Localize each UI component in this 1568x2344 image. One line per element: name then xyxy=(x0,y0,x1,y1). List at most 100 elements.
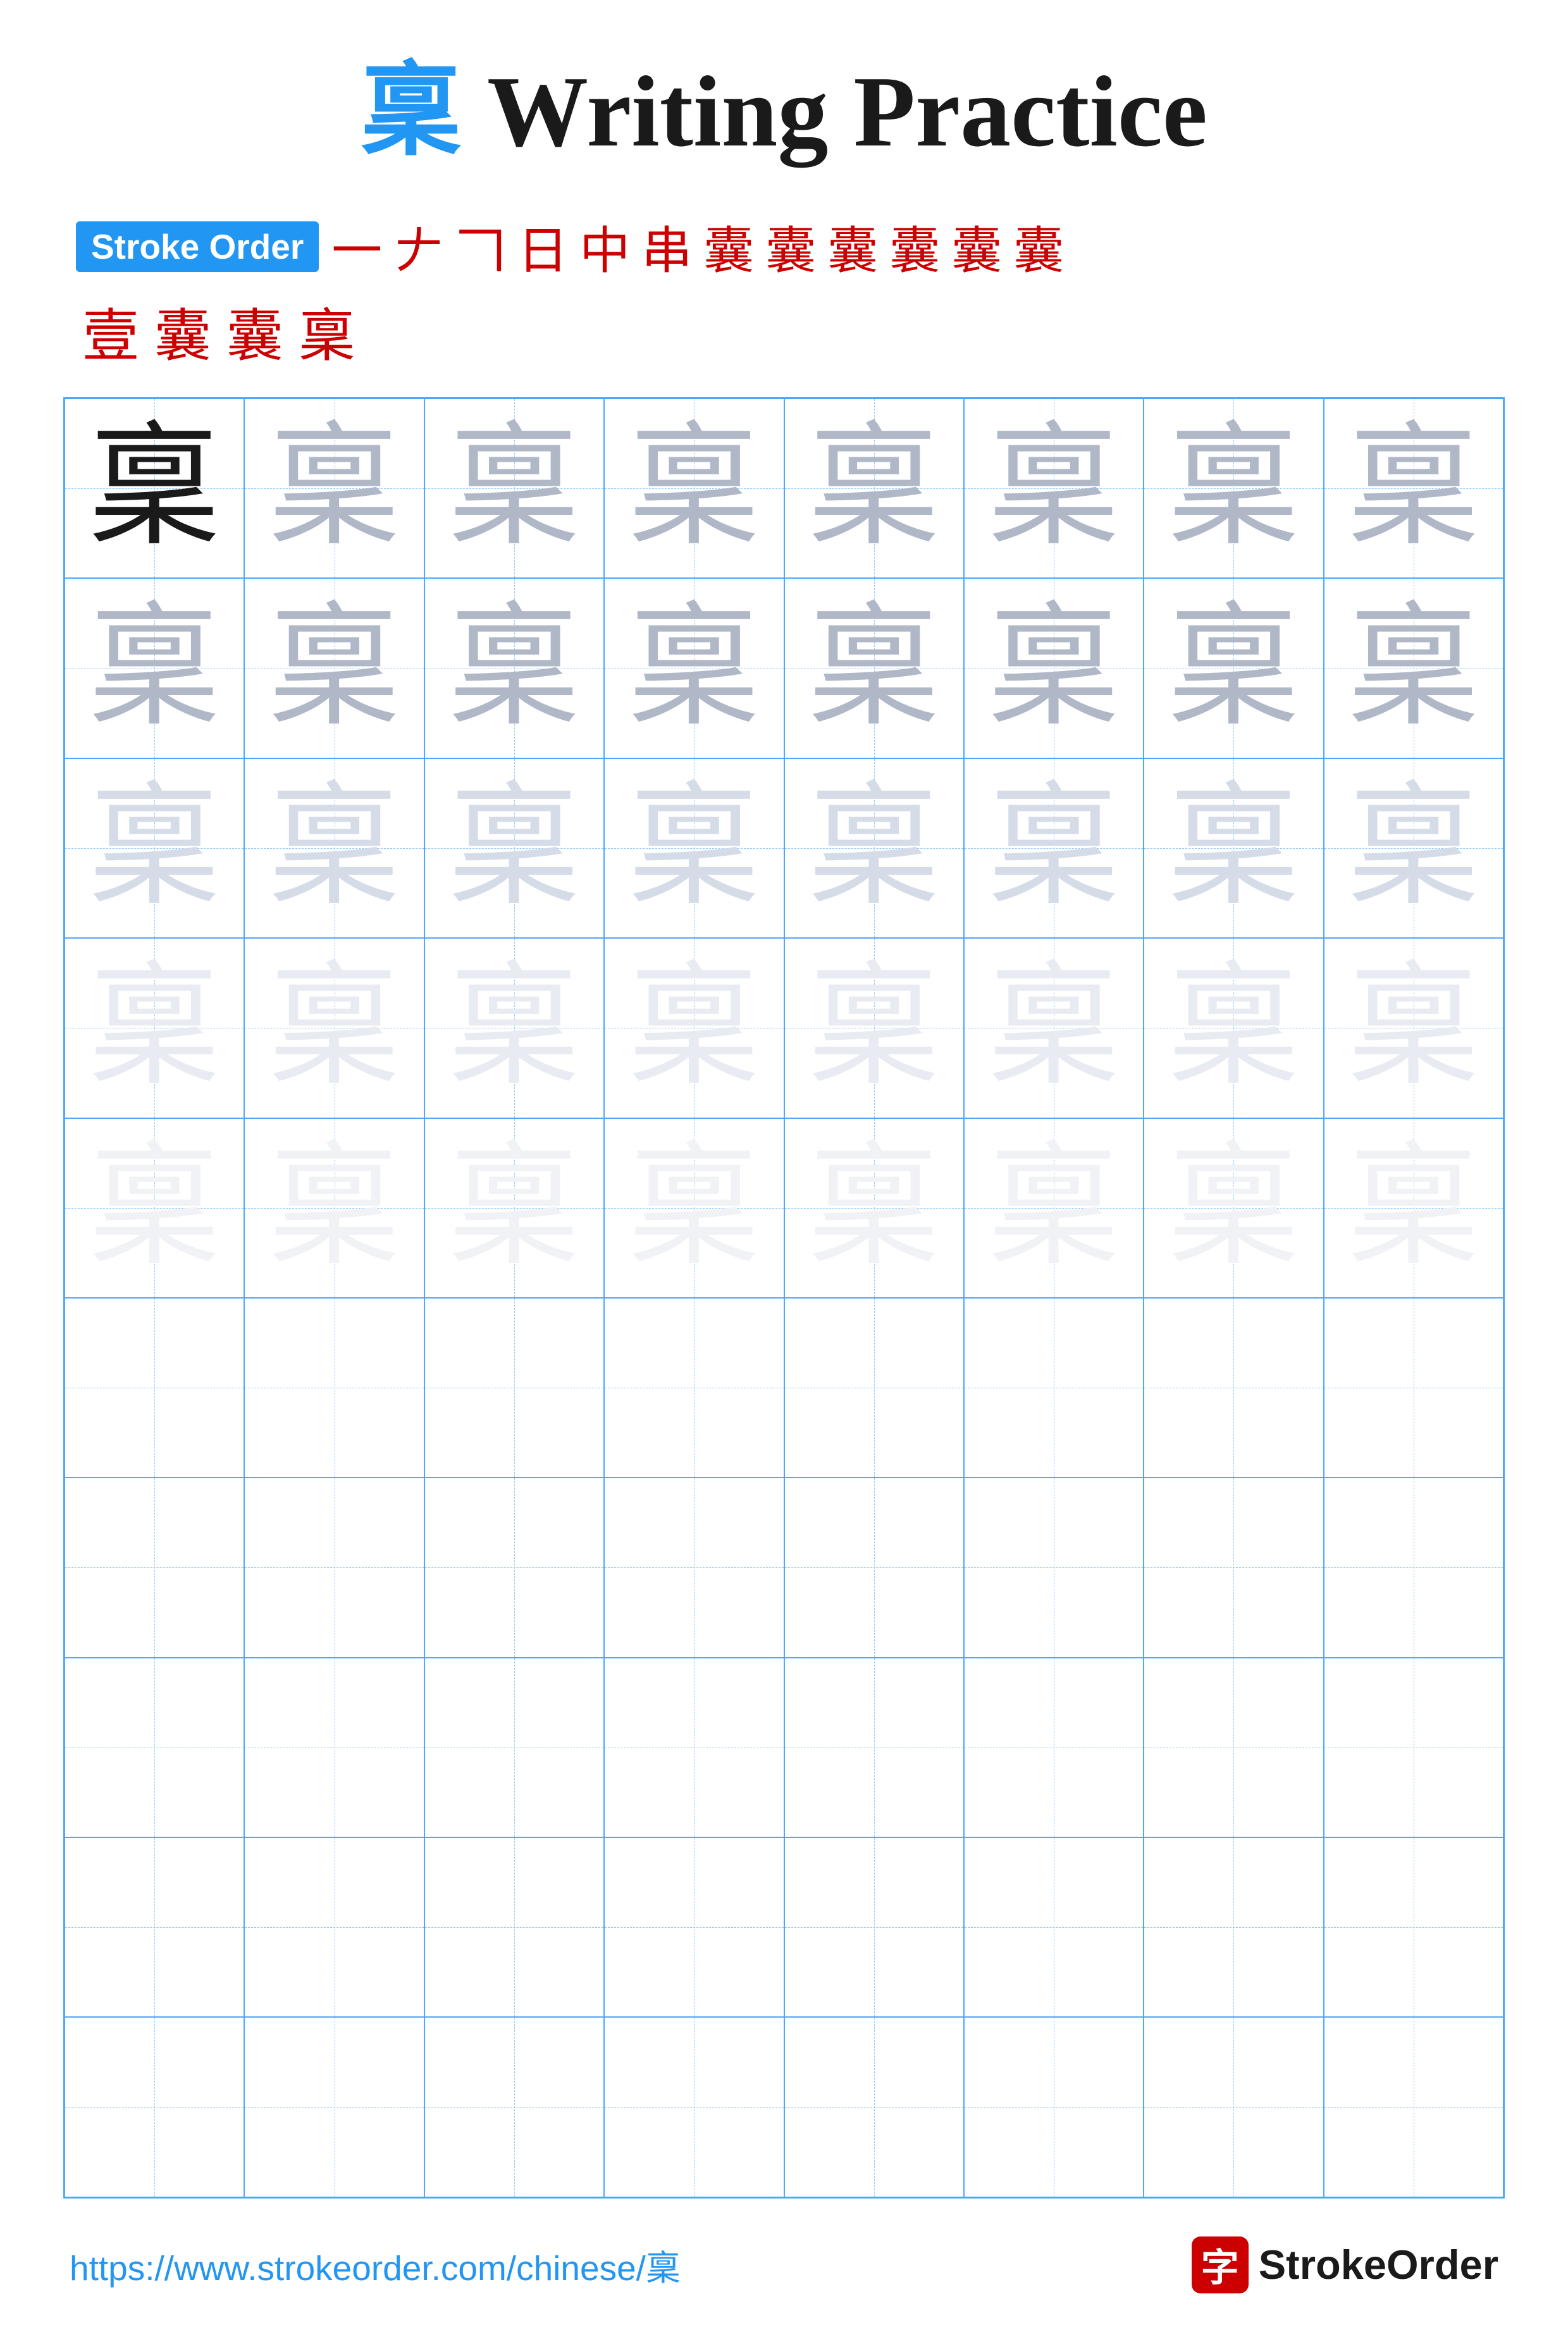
stroke-order-row2: 壹 囊 囊 稟 xyxy=(76,290,1505,372)
grid-cell xyxy=(964,1837,1144,2017)
practice-char: 稟 xyxy=(1167,961,1300,1094)
grid-cell: 稟 xyxy=(424,938,604,1118)
practice-char: 稟 xyxy=(1347,422,1480,555)
grid-cell: 稟 xyxy=(1324,1118,1503,1298)
grid-cell: 稟 xyxy=(424,398,604,578)
practice-char: 稟 xyxy=(88,961,221,1094)
practice-char: 稟 xyxy=(448,782,581,915)
grid-cell xyxy=(784,2017,964,2197)
grid-cell xyxy=(244,1477,424,1657)
practice-char: 稟 xyxy=(808,422,941,555)
grid-cell: 稟 xyxy=(784,398,964,578)
grid-cell xyxy=(65,1298,244,1477)
brand-name: StrokeOrder xyxy=(1259,2241,1498,2288)
practice-char: 稟 xyxy=(627,961,760,1094)
grid-cell xyxy=(424,1298,604,1477)
grid-cell xyxy=(784,1658,964,1837)
grid-cell xyxy=(424,1658,604,1837)
grid-cell: 稟 xyxy=(964,578,1144,758)
grid-cell: 稟 xyxy=(784,938,964,1118)
grid-cell: 稟 xyxy=(1324,578,1503,758)
grid-cell: 稟 xyxy=(424,1118,604,1298)
grid-cell: 稟 xyxy=(604,398,784,578)
grid-cell xyxy=(424,1477,604,1657)
grid-cell: 稟 xyxy=(244,1118,424,1298)
footer-url: https://www.strokeorder.com/chinese/稟 xyxy=(70,2240,681,2290)
grid-cell: 稟 xyxy=(65,578,244,758)
grid-cell: 稟 xyxy=(244,938,424,1118)
grid-cell: 稟 xyxy=(784,1118,964,1298)
grid-cell: 稟 xyxy=(1144,398,1323,578)
grid-cell xyxy=(604,1658,784,1837)
grid-cell: 稟 xyxy=(244,758,424,938)
grid-cell xyxy=(1144,1477,1323,1657)
stroke-5: 中 xyxy=(579,210,630,283)
grid-cell: 稟 xyxy=(1144,1118,1323,1298)
practice-char: 稟 xyxy=(1347,602,1480,735)
practice-char: 稟 xyxy=(268,602,401,735)
stroke-14: 囊 xyxy=(154,290,211,372)
practice-char: 稟 xyxy=(1167,1142,1300,1274)
practice-char: 稟 xyxy=(88,422,221,555)
grid-cell: 稟 xyxy=(1144,578,1323,758)
practice-char: 稟 xyxy=(627,1142,760,1274)
footer: https://www.strokeorder.com/chinese/稟 字 … xyxy=(63,2236,1505,2293)
grid-cell: 稟 xyxy=(784,578,964,758)
footer-brand: 字 StrokeOrder xyxy=(1192,2236,1498,2293)
grid-cell xyxy=(244,1298,424,1477)
practice-char: 稟 xyxy=(268,961,401,1094)
stroke-12: 囊 xyxy=(1013,210,1064,283)
practice-char: 稟 xyxy=(1347,782,1480,915)
grid-cell xyxy=(1144,1658,1323,1837)
title-text: Writing Practice xyxy=(462,55,1207,168)
grid-cell xyxy=(604,2017,784,2197)
grid-cell xyxy=(1324,1658,1503,1837)
stroke-order-row1: Stroke Order 一 𠂇 𠃍 日 中 串 囊 囊 囊 囊 囊 囊 xyxy=(76,210,1505,283)
grid-cell: 稟 xyxy=(604,758,784,938)
grid-cell xyxy=(604,1298,784,1477)
practice-char: 稟 xyxy=(88,1142,221,1274)
grid-cell: 稟 xyxy=(424,578,604,758)
grid-cell: 稟 xyxy=(1144,938,1323,1118)
practice-char: 稟 xyxy=(1167,422,1300,555)
grid-cell xyxy=(1324,1298,1503,1477)
grid-cell xyxy=(244,1658,424,1837)
grid-cell: 稟 xyxy=(604,938,784,1118)
practice-char: 稟 xyxy=(268,1142,401,1274)
grid-cell xyxy=(65,1477,244,1657)
grid-cell xyxy=(424,2017,604,2197)
grid-cell: 稟 xyxy=(1324,758,1503,938)
page-title: 稟 Writing Practice xyxy=(361,51,1207,172)
grid-cell: 稟 xyxy=(65,1118,244,1298)
grid-cell: 稟 xyxy=(784,758,964,938)
stroke-sequence-row1: 一 𠂇 𠃍 日 中 串 囊 囊 囊 囊 囊 囊 xyxy=(331,210,1064,283)
grid-cell xyxy=(1324,1477,1503,1657)
grid-cell xyxy=(244,1837,424,2017)
stroke-6: 串 xyxy=(641,210,692,283)
grid-cell: 稟 xyxy=(1144,758,1323,938)
grid-cell xyxy=(65,1658,244,1837)
stroke-16: 稟 xyxy=(299,290,355,372)
practice-char: 稟 xyxy=(627,602,760,735)
practice-char: 稟 xyxy=(808,602,941,735)
stroke-15: 囊 xyxy=(226,290,283,372)
practice-char: 稟 xyxy=(268,422,401,555)
grid-cell xyxy=(65,2017,244,2197)
grid-cell xyxy=(604,1837,784,2017)
stroke-8: 囊 xyxy=(765,210,816,283)
practice-char: 稟 xyxy=(1167,602,1300,735)
practice-char: 稟 xyxy=(808,961,941,1094)
grid-cell xyxy=(964,1298,1144,1477)
grid-cell xyxy=(604,1477,784,1657)
practice-char: 稟 xyxy=(448,602,581,735)
practice-char: 稟 xyxy=(987,961,1120,1094)
practice-char: 稟 xyxy=(448,422,581,555)
grid-cell xyxy=(1324,1837,1503,2017)
brand-icon: 字 xyxy=(1192,2236,1249,2293)
stroke-4: 日 xyxy=(517,210,568,283)
stroke-2: 𠂇 xyxy=(393,210,444,283)
stroke-3: 𠃍 xyxy=(455,210,506,283)
practice-char: 稟 xyxy=(808,1142,941,1274)
grid-cell xyxy=(964,1658,1144,1837)
stroke-7: 囊 xyxy=(703,210,754,283)
